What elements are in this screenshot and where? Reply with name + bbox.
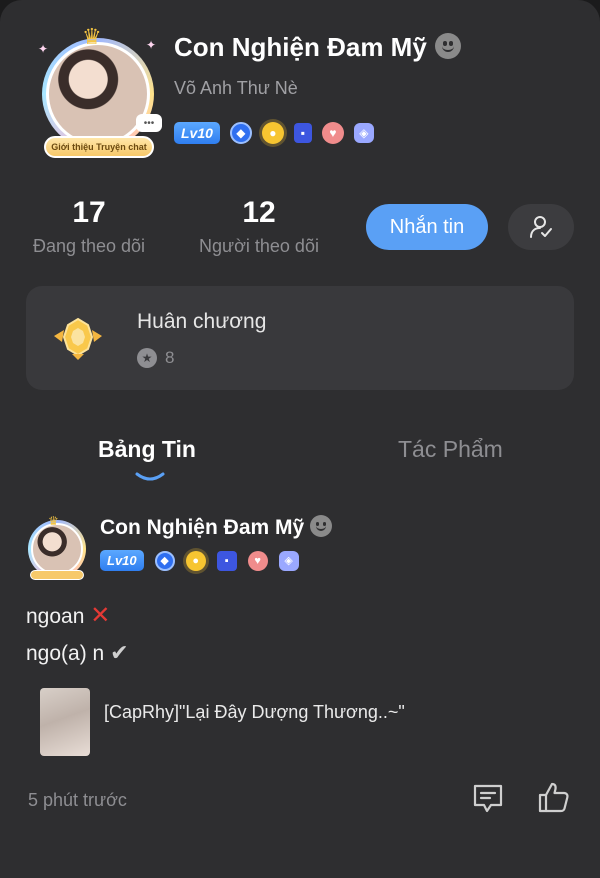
post-timestamp: 5 phút trước — [28, 790, 127, 810]
smiley-icon — [434, 33, 461, 60]
avatar-image — [46, 42, 150, 146]
medal-icon — [54, 317, 102, 360]
story-thumbnail — [40, 688, 90, 756]
followers-stat[interactable]: 12 Người theo dõi — [192, 196, 326, 257]
post-author-name[interactable]: Con Nghiện Đam Mỹ — [100, 515, 333, 540]
badge-row: Lv10 ◆ ● ▪ ♥ ◈ — [174, 122, 374, 144]
sparkle-icon: ✦ — [38, 42, 49, 56]
tab-active-indicator — [135, 472, 165, 481]
username: Võ Anh Thư Nè — [174, 78, 298, 98]
display-name: Con Nghiện Đam Mỹ — [174, 32, 461, 63]
follow-button[interactable] — [508, 204, 574, 250]
message-button[interactable]: Nhắn tin — [366, 204, 488, 250]
followers-label: Người theo dõi — [199, 236, 319, 256]
post-line-2: ngo(a) n — [26, 642, 105, 665]
shield-badge-icon: ◈ — [278, 550, 299, 571]
ethereum-badge-icon[interactable]: ◆ — [229, 122, 252, 144]
following-label: Đang theo dõi — [32, 236, 146, 256]
ethereum-badge-icon: ◆ — [154, 550, 175, 571]
level-badge: Lv10 — [100, 550, 144, 571]
thumbs-up-icon[interactable] — [536, 780, 572, 816]
medal-count: ★ 8 — [137, 348, 174, 368]
cross-mark-icon: ✕ — [90, 602, 111, 629]
wings-badge-icon[interactable]: ♥ — [321, 122, 344, 144]
star-icon: ★ — [137, 348, 157, 368]
post-line-1: ngoan — [26, 605, 85, 628]
avatar-frame — [42, 38, 154, 150]
tab-works[interactable]: Tác Phẩm — [398, 436, 503, 463]
user-check-icon — [530, 216, 552, 238]
book-badge-icon: ▪ — [216, 550, 237, 571]
following-stat[interactable]: 17 Đang theo dõi — [26, 196, 152, 257]
post-body: ngoan ✕ ngo(a) n ✔ — [26, 598, 129, 672]
story-title: [CapRhy]"Lại Đây Dượng Thương..~" — [104, 701, 405, 722]
comment-icon[interactable] — [470, 780, 506, 816]
book-badge-icon[interactable]: ▪ — [293, 123, 312, 143]
level-badge[interactable]: Lv10 — [174, 122, 220, 144]
sun-badge-icon[interactable]: ● — [261, 122, 284, 144]
sparkle-icon: ✦ — [146, 38, 157, 52]
check-mark-icon: ✔ — [110, 640, 129, 665]
avatar-image — [31, 523, 83, 575]
following-count: 17 — [72, 196, 106, 229]
followers-count: 12 — [242, 196, 276, 229]
smiley-icon — [310, 515, 333, 538]
profile-avatar[interactable]: ✦ ✦ ♛ ••• Giới thiệu Truyện chat — [34, 24, 162, 164]
post-badge-row: Lv10 ◆ ● ▪ ♥ ◈ — [100, 550, 299, 571]
sun-badge-icon: ● — [185, 550, 206, 571]
crown-icon: ♛ — [82, 24, 102, 49]
avatar-frame-tag: Giới thiệu Truyện chat — [44, 136, 154, 158]
tab-news-feed[interactable]: Bảng Tin — [98, 436, 196, 463]
crown-icon: ♛ — [48, 514, 59, 528]
medal-card[interactable]: Huân chương ★ 8 — [26, 286, 574, 390]
medal-title: Huân chương — [137, 310, 267, 333]
medal-count-value: 8 — [165, 348, 175, 367]
post-author-avatar[interactable]: ♛ — [24, 514, 90, 582]
wings-badge-icon: ♥ — [247, 550, 268, 571]
avatar-frame-tag — [30, 570, 84, 580]
chat-bubble-icon: ••• — [136, 114, 162, 132]
story-link[interactable]: [CapRhy]"Lại Đây Dượng Thương..~" — [40, 688, 405, 756]
shield-badge-icon[interactable]: ◈ — [353, 123, 374, 143]
profile-sheet: ✦ ✦ ♛ ••• Giới thiệu Truyện chat Con Ngh… — [0, 0, 600, 878]
